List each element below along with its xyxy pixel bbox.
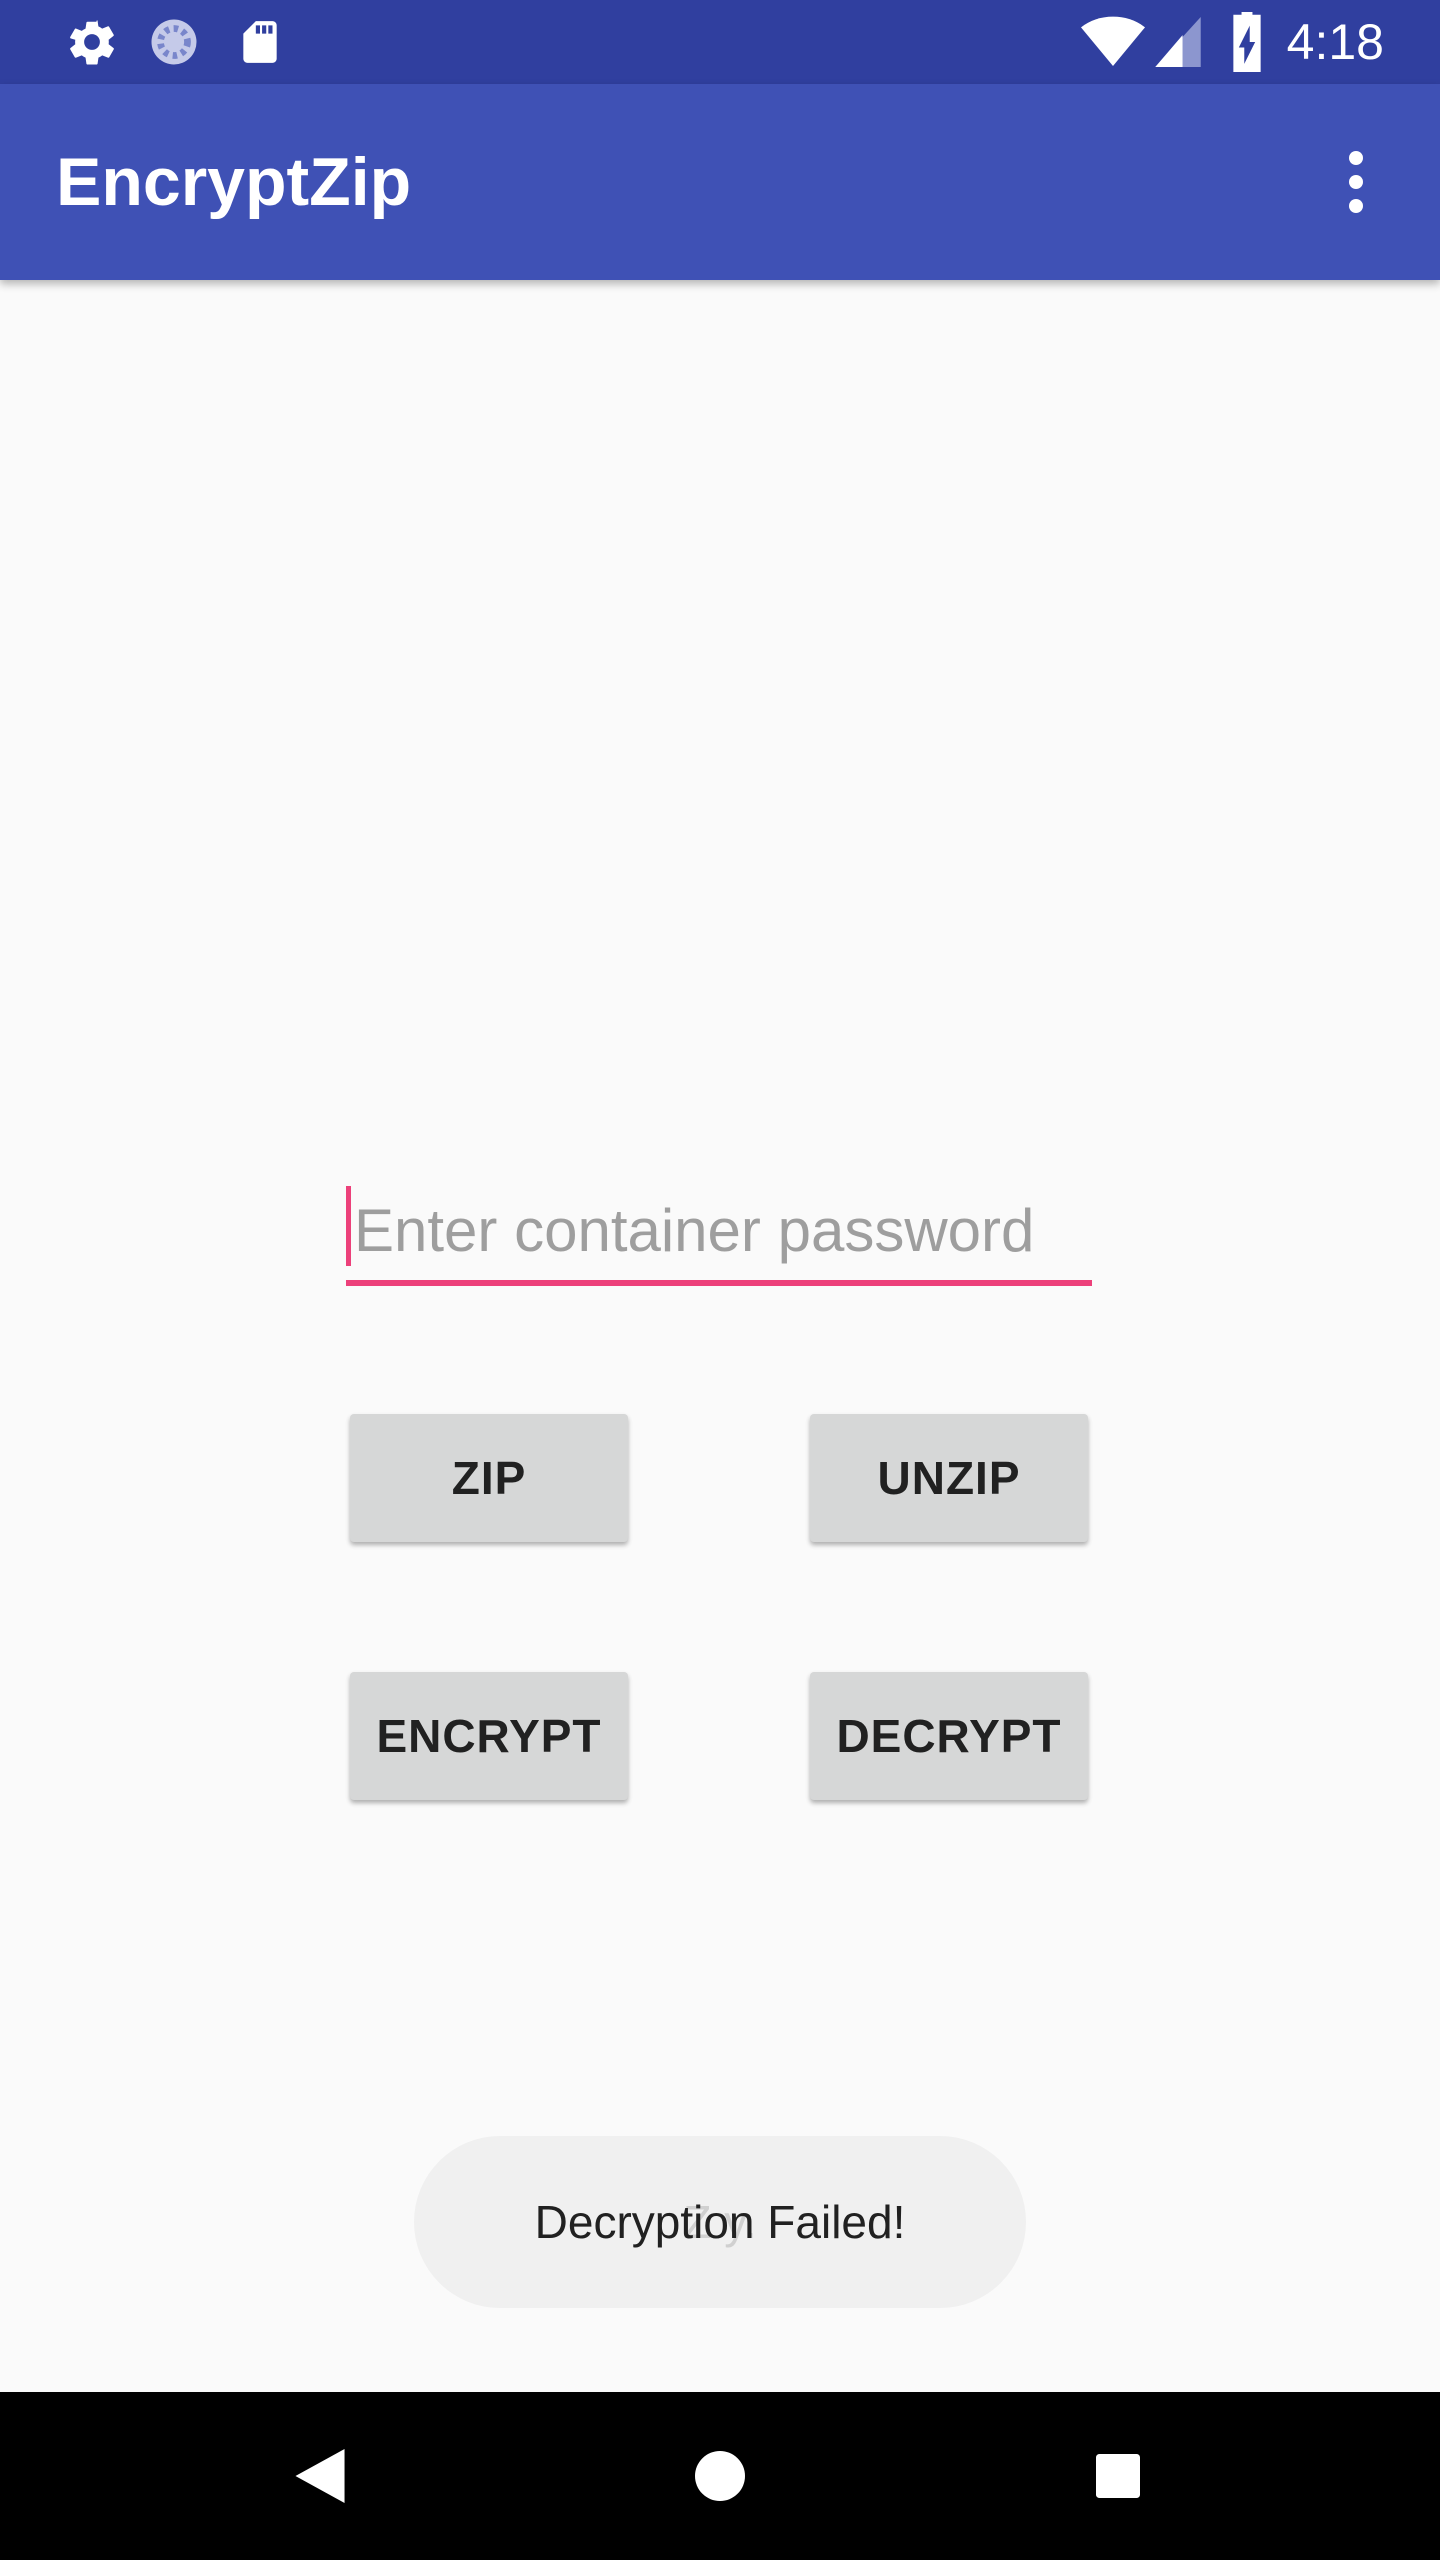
wifi-icon xyxy=(1078,0,1148,84)
more-vert-icon[interactable] xyxy=(1296,122,1416,242)
navigation-bar xyxy=(0,2392,1440,2560)
battery-charging-icon xyxy=(1222,0,1272,84)
sync-progress-icon xyxy=(144,0,204,84)
decrypt-button[interactable]: DECRYPT xyxy=(810,1672,1088,1800)
sd-card-icon xyxy=(230,0,290,84)
cell-signal-icon xyxy=(1152,0,1204,84)
clock: 4:18 xyxy=(1286,14,1384,70)
recents-icon[interactable] xyxy=(1034,2392,1202,2560)
toast-message: Decryption Failed! xyxy=(534,2196,906,2248)
password-input[interactable] xyxy=(350,1180,1096,1280)
app-title: EncryptZip xyxy=(56,144,412,220)
app-bar: EncryptZip xyxy=(0,84,1440,280)
gear-icon xyxy=(62,0,122,84)
zip-button[interactable]: ZIP xyxy=(350,1414,628,1542)
encrypt-button[interactable]: ENCRYPT xyxy=(350,1672,628,1800)
home-icon[interactable] xyxy=(636,2392,804,2560)
unzip-button[interactable]: UNZIP xyxy=(810,1414,1088,1542)
back-icon[interactable] xyxy=(236,2392,404,2560)
password-field[interactable] xyxy=(346,1180,1096,1286)
toast: Z y. Decryption Failed! xyxy=(414,2136,1026,2308)
status-bar: 4:18 xyxy=(0,0,1440,84)
field-underline xyxy=(346,1280,1092,1286)
